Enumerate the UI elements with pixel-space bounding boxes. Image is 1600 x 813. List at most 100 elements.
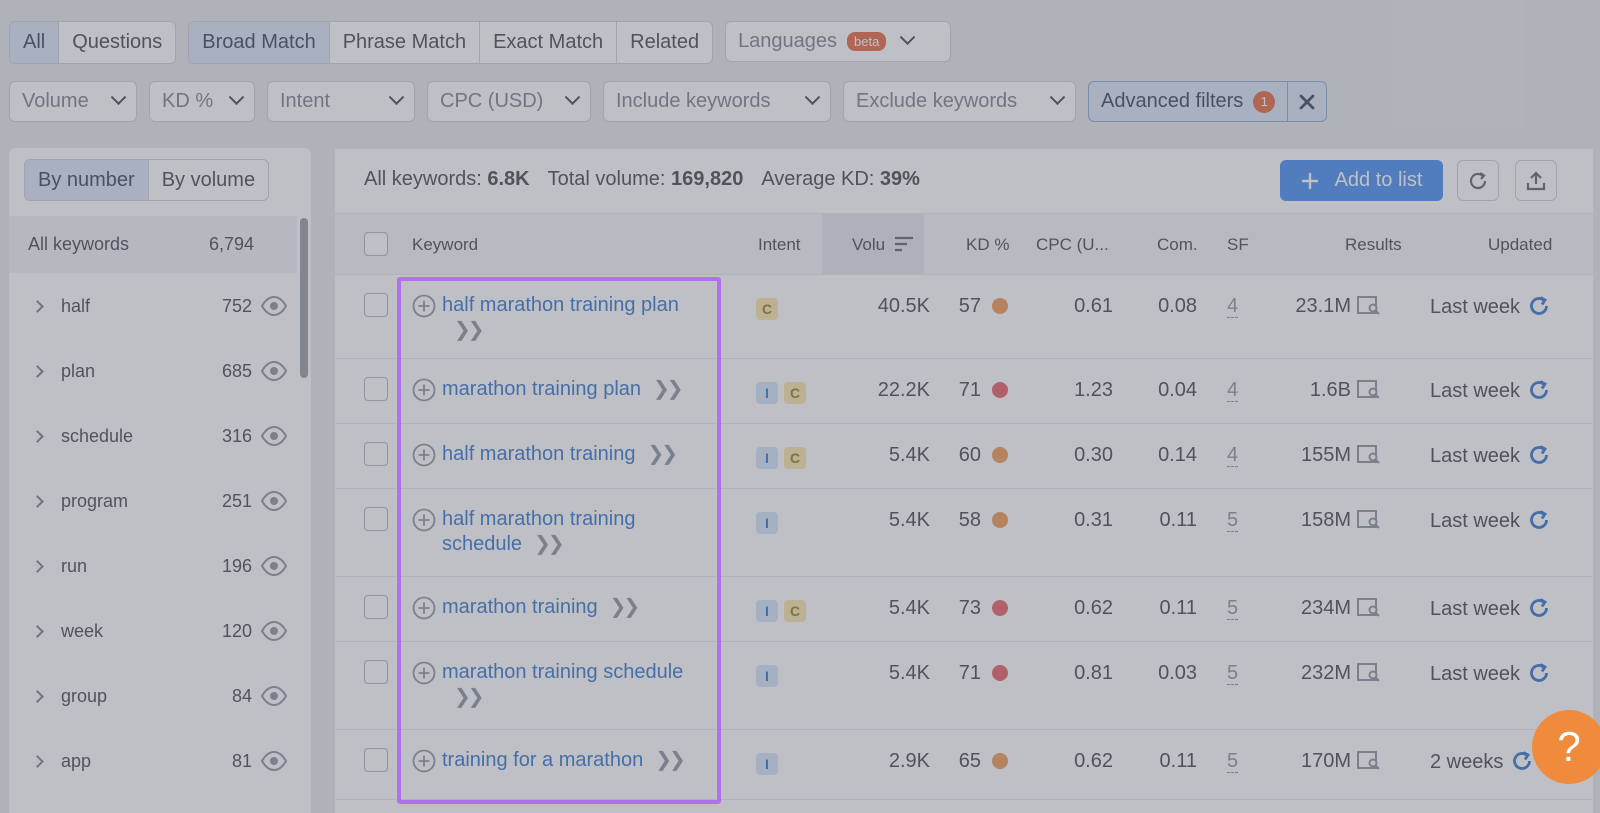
group-item[interactable]: run 196 — [9, 534, 299, 599]
double-chevron-icon[interactable]: ❯❯ — [655, 749, 685, 771]
keyword-link[interactable]: marathon training schedule — [442, 661, 683, 683]
sf-cell[interactable]: 4 — [1227, 444, 1239, 467]
tab-broad-match[interactable]: Broad Match — [189, 22, 330, 63]
double-chevron-icon[interactable]: ❯❯ — [454, 319, 484, 341]
col-results[interactable]: Results — [1345, 235, 1402, 255]
sf-cell[interactable]: 4 — [1227, 379, 1239, 402]
tab-all[interactable]: All — [10, 22, 60, 63]
double-chevron-icon[interactable]: ❯❯ — [653, 378, 683, 400]
chevron-right-icon[interactable] — [31, 430, 44, 443]
row-checkbox[interactable] — [364, 748, 388, 772]
tab-by-number[interactable]: By number — [25, 160, 149, 200]
col-intent[interactable]: Intent — [758, 235, 801, 255]
col-keyword[interactable]: Keyword — [412, 235, 478, 255]
include-keywords-filter[interactable]: Include keywords — [603, 81, 831, 122]
add-keyword-icon[interactable] — [412, 508, 436, 532]
group-list-scrollbar[interactable] — [300, 218, 308, 378]
chevron-right-icon[interactable] — [31, 690, 44, 703]
eye-icon[interactable] — [260, 425, 288, 447]
group-item[interactable]: schedule 316 — [9, 404, 299, 469]
serp-icon[interactable] — [1357, 509, 1381, 529]
serp-icon[interactable] — [1357, 750, 1381, 770]
serp-icon[interactable] — [1357, 444, 1381, 464]
keyword-link[interactable]: half marathon training — [442, 508, 635, 530]
row-checkbox[interactable] — [364, 377, 388, 401]
update-icon[interactable] — [1511, 750, 1533, 772]
volume-filter[interactable]: Volume — [9, 81, 137, 122]
col-kd[interactable]: KD % — [966, 235, 1009, 255]
export-button[interactable] — [1515, 160, 1557, 201]
row-checkbox[interactable] — [364, 507, 388, 531]
clear-filters-button[interactable] — [1288, 82, 1326, 121]
select-all-checkbox[interactable] — [364, 232, 388, 256]
keyword-link[interactable]: marathon training plan — [442, 378, 641, 400]
group-item[interactable]: app 81 — [9, 729, 299, 794]
chevron-right-icon[interactable] — [31, 365, 44, 378]
keyword-link[interactable]: half marathon training — [442, 443, 635, 465]
sf-cell[interactable]: 5 — [1227, 750, 1239, 773]
chevron-right-icon[interactable] — [31, 560, 44, 573]
exclude-keywords-filter[interactable]: Exclude keywords — [843, 81, 1076, 122]
eye-icon[interactable] — [260, 360, 288, 382]
eye-icon[interactable] — [260, 555, 288, 577]
update-icon[interactable] — [1528, 662, 1550, 684]
group-item[interactable]: half 752 — [9, 274, 299, 339]
advanced-filters-button[interactable]: Advanced filters 1 — [1089, 82, 1289, 121]
serp-icon[interactable] — [1357, 379, 1381, 399]
add-keyword-icon[interactable] — [412, 661, 436, 685]
group-item[interactable]: group 84 — [9, 664, 299, 729]
refresh-button[interactable] — [1457, 160, 1499, 201]
row-checkbox[interactable] — [364, 595, 388, 619]
sf-cell[interactable]: 4 — [1227, 295, 1239, 318]
tab-questions[interactable]: Questions — [59, 22, 175, 63]
chevron-right-icon[interactable] — [31, 495, 44, 508]
sf-value[interactable]: 5 — [1227, 597, 1239, 620]
col-cpc[interactable]: CPC (U... — [1036, 235, 1109, 255]
sf-value[interactable]: 5 — [1227, 509, 1239, 532]
sf-value[interactable]: 5 — [1227, 662, 1239, 685]
sf-value[interactable]: 4 — [1227, 295, 1239, 318]
serp-icon[interactable] — [1357, 295, 1381, 315]
sf-cell[interactable]: 5 — [1227, 509, 1239, 532]
update-icon[interactable] — [1528, 509, 1550, 531]
help-button[interactable]: ? — [1532, 710, 1600, 784]
row-checkbox[interactable] — [364, 660, 388, 684]
group-item[interactable]: plan 685 — [9, 339, 299, 404]
tab-exact-match[interactable]: Exact Match — [480, 22, 618, 63]
add-keyword-icon[interactable] — [412, 294, 436, 318]
tab-by-volume[interactable]: By volume — [149, 160, 268, 200]
sf-value[interactable]: 4 — [1227, 444, 1239, 467]
add-keyword-icon[interactable] — [412, 596, 436, 620]
col-volume[interactable]: Volu — [852, 235, 914, 255]
eye-icon[interactable] — [260, 490, 288, 512]
languages-dropdown[interactable]: Languages beta — [725, 21, 952, 62]
update-icon[interactable] — [1528, 379, 1550, 401]
group-item[interactable]: week 120 — [9, 599, 299, 664]
eye-icon[interactable] — [260, 750, 288, 772]
chevron-right-icon[interactable] — [31, 625, 44, 638]
chevron-right-icon[interactable] — [31, 755, 44, 768]
eye-icon[interactable] — [260, 620, 288, 642]
double-chevron-icon[interactable]: ❯❯ — [454, 686, 484, 708]
tab-related[interactable]: Related — [617, 22, 712, 63]
intent-filter[interactable]: Intent — [267, 81, 415, 122]
serp-icon[interactable] — [1357, 662, 1381, 682]
keyword-link[interactable]: training for a marathon — [442, 749, 643, 771]
row-checkbox[interactable] — [364, 442, 388, 466]
all-keywords-group[interactable]: All keywords 6,794 — [9, 216, 297, 273]
add-keyword-icon[interactable] — [412, 378, 436, 402]
cpc-filter[interactable]: CPC (USD) — [427, 81, 591, 122]
add-keyword-icon[interactable] — [412, 749, 436, 773]
add-to-list-button[interactable]: Add to list — [1280, 160, 1443, 201]
update-icon[interactable] — [1528, 295, 1550, 317]
eye-icon[interactable] — [260, 295, 288, 317]
col-updated[interactable]: Updated — [1488, 235, 1552, 255]
add-keyword-icon[interactable] — [412, 443, 436, 467]
group-item[interactable]: program 251 — [9, 469, 299, 534]
update-icon[interactable] — [1528, 444, 1550, 466]
double-chevron-icon[interactable]: ❯❯ — [534, 533, 564, 555]
keyword-link[interactable]: half marathon training plan — [442, 294, 679, 316]
row-checkbox[interactable] — [364, 293, 388, 317]
sf-value[interactable]: 4 — [1227, 379, 1239, 402]
double-chevron-icon[interactable]: ❯❯ — [610, 596, 640, 618]
